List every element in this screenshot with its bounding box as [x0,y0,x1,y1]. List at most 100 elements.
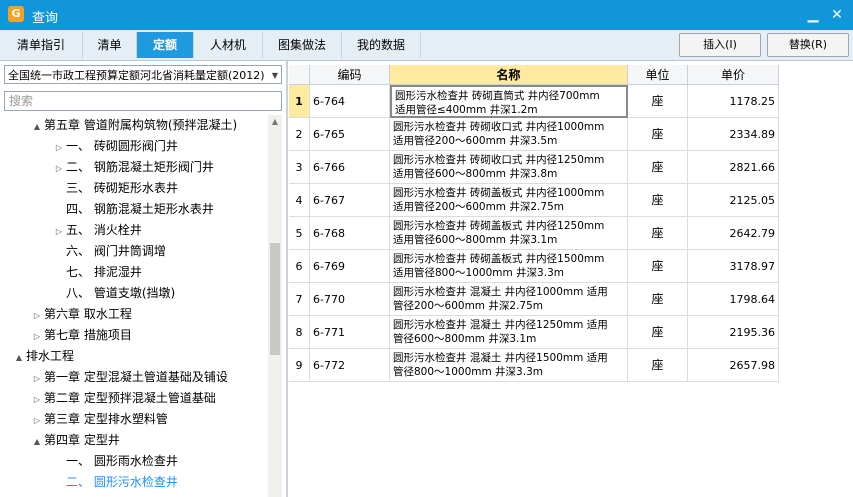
close-button[interactable]: ✕ [828,6,846,24]
quota-name-cell[interactable]: 圆形污水检查井 砖砌盖板式 井内径1250mm 适用管径600～800mm 井深3… [390,217,628,250]
quota-code-cell[interactable]: 6-766 [310,151,390,184]
unit-price-cell[interactable]: 2334.89 [688,118,779,151]
quota-name-cell[interactable]: 圆形污水检查井 混凝土 井内径1500mm 适用 管径800～1000mm 井深3… [390,349,628,382]
expand-toggle-icon[interactable]: ▲ [30,431,44,452]
tab-bill-guide[interactable]: 清单指引 [0,32,83,58]
tree-item[interactable]: ▷ 第三章 定型排水塑料管 [30,409,168,430]
expand-toggle-icon[interactable]: ▷ [30,326,44,347]
unit-cell[interactable]: 座 [628,118,688,151]
tree-item[interactable]: ▲ 排水工程 [12,346,74,367]
quota-code-cell[interactable]: 6-765 [310,118,390,151]
expand-toggle-icon[interactable]: ▷ [52,221,66,242]
insert-button[interactable]: 插入(I) [679,33,761,57]
tree-item[interactable]: 八、 管道支墩(挡墩) [52,283,175,304]
unit-cell[interactable]: 座 [628,316,688,349]
minimize-button[interactable]: ▁ [804,6,822,24]
unit-price-cell[interactable]: 2642.79 [688,217,779,250]
quota-code-cell[interactable]: 6-771 [310,316,390,349]
quota-name-line: 适用管径800～1000mm 井深3.3m [393,267,564,279]
quota-name-cell[interactable]: 圆形污水检查井 砖砌收口式 井内径1250mm 适用管径600～800mm 井深3… [390,151,628,184]
unit-price-cell[interactable]: 3178.97 [688,250,779,283]
unit-cell[interactable]: 座 [628,85,688,118]
row-number[interactable]: 3 [289,151,310,184]
unit-cell[interactable]: 座 [628,184,688,217]
quota-name-cell[interactable]: 圆形污水检查井 砖砌收口式 井内径1000mm 适用管径200～600mm 井深3… [390,118,628,151]
expand-toggle-icon[interactable]: ▷ [30,368,44,389]
tree-scrollbar[interactable]: ▲ [268,115,282,497]
tree-item[interactable]: ▷ 第六章 取水工程 [30,304,132,325]
tree-item[interactable]: 一、 圆形雨水检查井 [52,451,178,472]
expand-toggle-icon[interactable]: ▷ [30,305,44,326]
quota-name-cell[interactable]: 圆形污水检查井 混凝土 井内径1000mm 适用 管径200～600mm 井深2.… [390,283,628,316]
column-header-price[interactable]: 单价 [688,65,779,85]
quota-code-cell[interactable]: 6-769 [310,250,390,283]
row-number[interactable]: 8 [289,316,310,349]
quota-code-cell[interactable]: 6-767 [310,184,390,217]
row-number[interactable]: 9 [289,349,310,382]
quota-name-cell[interactable]: 圆形污水检查井 砖砌盖板式 井内径1000mm 适用管径200～600mm 井深2… [390,184,628,217]
quota-code-cell[interactable]: 6-770 [310,283,390,316]
tree-item[interactable]: ▷ 第二章 定型预拌混凝土管道基础 [30,388,216,409]
tree-item[interactable]: 三、 砖砌矩形水表井 [52,178,178,199]
tab-atlas-method[interactable]: 图集做法 [263,32,342,58]
column-header-name[interactable]: 名称 [390,65,628,85]
unit-cell[interactable]: 座 [628,349,688,382]
quota-name-line: 圆形污水检查井 砖砌收口式 井内径1250mm [393,154,605,166]
column-header-code[interactable]: 编码 [310,65,390,85]
unit-cell[interactable]: 座 [628,151,688,184]
tree-item[interactable]: ▷ 第一章 定型混凝土管道基础及铺设 [30,367,228,388]
search-input[interactable]: 搜索 [4,91,282,111]
unit-cell[interactable]: 座 [628,283,688,316]
quota-name-cell[interactable]: 圆形污水检查井 砖砌直筒式 井内径700mm 适用管径≤400mm 井深1.2m [390,85,628,118]
expand-toggle-icon[interactable]: ▷ [30,410,44,431]
tree-item[interactable]: ▷ 二、 钢筋混凝土矩形阀门井 [52,157,214,178]
tree-item[interactable]: ▷ 第七章 措施项目 [30,325,132,346]
tab-quota[interactable]: 定额 [137,32,194,58]
scroll-up-icon[interactable]: ▲ [268,115,282,129]
tab-bill[interactable]: 清单 [83,32,137,58]
tab-labor-material[interactable]: 人材机 [194,32,263,58]
tree-item[interactable]: 四、 钢筋混凝土矩形水表井 [52,199,214,220]
unit-price-cell[interactable]: 2195.36 [688,316,779,349]
library-dropdown[interactable]: 全国统一市政工程预算定额河北省消耗量定额(2012) ▼ [4,65,282,84]
unit-cell[interactable]: 座 [628,217,688,250]
expand-toggle-icon[interactable]: ▲ [12,347,26,368]
quota-code-cell[interactable]: 6-764 [310,85,390,118]
row-number[interactable]: 1 [289,85,310,118]
unit-price-cell[interactable]: 2125.05 [688,184,779,217]
tree-item-selected[interactable]: 二、 圆形污水检查井 [52,472,178,493]
row-number[interactable]: 7 [289,283,310,316]
quota-name-cell[interactable]: 圆形污水检查井 砖砌盖板式 井内径1500mm 适用管径800～1000mm 井深… [390,250,628,283]
expand-toggle-icon[interactable]: ▷ [52,137,66,158]
unit-price-cell[interactable]: 2821.66 [688,151,779,184]
row-number[interactable]: 2 [289,118,310,151]
row-number-header [289,65,310,85]
expand-toggle-icon[interactable]: ▷ [30,389,44,410]
quota-name-line: 圆形污水检查井 混凝土 井内径1250mm 适用 [393,319,608,331]
tab-my-data[interactable]: 我的数据 [342,32,421,58]
expand-toggle-icon[interactable]: ▷ [52,158,66,179]
quota-name-line: 圆形污水检查井 混凝土 井内径1500mm 适用 [393,352,608,364]
quota-name-line: 圆形污水检查井 砖砌盖板式 井内径1250mm [393,220,605,232]
tree-item[interactable]: 七、 排泥湿井 [52,262,142,283]
column-header-unit[interactable]: 单位 [628,65,688,85]
unit-price-cell[interactable]: 2657.98 [688,349,779,382]
quota-code-cell[interactable]: 6-772 [310,349,390,382]
unit-price-cell[interactable]: 1798.64 [688,283,779,316]
tree-item[interactable]: ▲ 第四章 定型井 [30,430,120,451]
tree-item[interactable]: 六、 阀门井筒调增 [52,241,166,262]
row-number[interactable]: 5 [289,217,310,250]
replace-button[interactable]: 替换(R) [767,33,849,57]
tree-item[interactable]: ▷ 五、 消火栓井 [52,220,142,241]
quota-name-cell[interactable]: 圆形污水检查井 混凝土 井内径1250mm 适用 管径600～800mm 井深3.… [390,316,628,349]
row-number[interactable]: 4 [289,184,310,217]
quota-name-line: 圆形污水检查井 砖砌直筒式 井内径700mm [395,90,600,102]
scrollbar-thumb[interactable] [270,243,280,355]
quota-code-cell[interactable]: 6-768 [310,217,390,250]
unit-price-cell[interactable]: 1178.25 [688,85,779,118]
tree-item[interactable]: ▲ 第五章 管道附属构筑物(预拌混凝土) [30,115,237,136]
tree-item[interactable]: ▷ 一、 砖砌圆形阀门井 [52,136,178,157]
expand-toggle-icon[interactable]: ▲ [30,116,44,137]
row-number[interactable]: 6 [289,250,310,283]
unit-cell[interactable]: 座 [628,250,688,283]
